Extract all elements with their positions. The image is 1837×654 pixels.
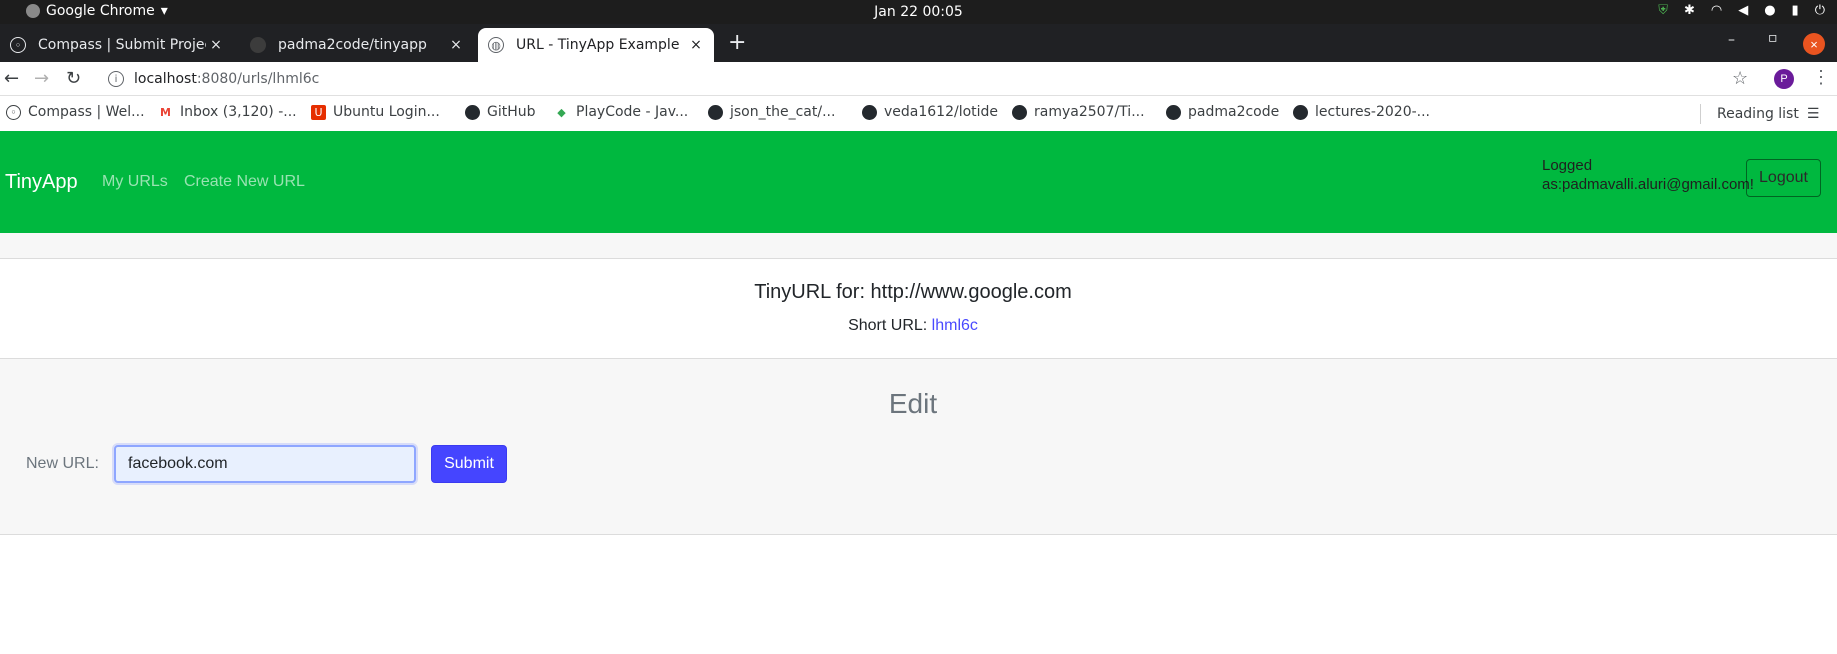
slack-icon[interactable]: ✱ bbox=[1684, 3, 1695, 18]
tab-title: padma2code/tinyapp bbox=[278, 37, 427, 53]
github-icon bbox=[862, 104, 877, 120]
close-icon[interactable]: × bbox=[446, 37, 466, 53]
bookmark-item[interactable]: ◦ Compass | Wel... bbox=[6, 104, 145, 120]
reading-list-label: Reading list bbox=[1717, 106, 1799, 122]
close-icon[interactable]: × bbox=[206, 37, 226, 53]
volume-icon[interactable]: ◀ bbox=[1738, 3, 1748, 18]
edit-card: Edit New URL: Submit bbox=[0, 359, 1837, 535]
bookmark-label: veda1612/lotide bbox=[884, 104, 999, 120]
bookmark-item[interactable]: ramya2507/Ti... bbox=[1012, 104, 1145, 120]
bookmark-label: GitHub bbox=[487, 104, 536, 120]
address-bar[interactable]: i localhost:8080/urls/lhml6c bbox=[98, 65, 1738, 93]
github-icon bbox=[708, 104, 723, 120]
new-url-input[interactable] bbox=[114, 445, 416, 483]
compass-icon: ◦ bbox=[6, 104, 21, 120]
bookmark-label: ramya2507/Ti... bbox=[1034, 104, 1145, 120]
menu-icon[interactable]: ⋮ bbox=[1812, 67, 1830, 88]
bookmarks-bar: ◦ Compass | Wel... M Inbox (3,120) -... … bbox=[0, 96, 1837, 130]
bookmark-item[interactable]: json_the_cat/... bbox=[708, 104, 835, 120]
tab-tinyapp[interactable]: ◍ URL - TinyApp Example × bbox=[478, 28, 714, 62]
bookmark-item[interactable]: M Inbox (3,120) -... bbox=[158, 104, 297, 120]
short-url-label: Short URL: bbox=[848, 317, 928, 334]
new-url-label: New URL: bbox=[26, 455, 99, 472]
window-close-button[interactable]: × bbox=[1803, 33, 1825, 55]
github-icon bbox=[1012, 104, 1027, 120]
nav-create-new-url[interactable]: Create New URL bbox=[184, 173, 305, 191]
tab-title: Compass | Submit Project bbox=[38, 37, 206, 53]
new-tab-button[interactable]: + bbox=[728, 30, 746, 55]
globe-icon: ◍ bbox=[488, 37, 504, 53]
bookmark-item[interactable]: ◆ PlayCode - Jav... bbox=[554, 104, 688, 120]
bookmark-label: Ubuntu Login... bbox=[333, 104, 440, 120]
tab-strip: ◦ Compass | Submit Project × padma2code/… bbox=[0, 24, 1837, 62]
nav-my-urls[interactable]: My URLs bbox=[102, 173, 168, 191]
bookmark-item[interactable]: veda1612/lotide bbox=[862, 104, 998, 120]
logout-button[interactable]: Logout bbox=[1746, 159, 1821, 197]
reload-icon[interactable]: ↻ bbox=[66, 68, 81, 89]
brand-link[interactable]: TinyApp bbox=[5, 171, 78, 194]
forward-icon[interactable]: → bbox=[34, 68, 49, 89]
battery-icon[interactable]: ▮ bbox=[1792, 3, 1799, 18]
app-navbar: TinyApp My URLs Create New URL Logged as… bbox=[0, 131, 1837, 233]
short-url-link[interactable]: lhml6c bbox=[932, 317, 978, 334]
submit-button[interactable]: Submit bbox=[431, 445, 507, 483]
close-icon[interactable]: × bbox=[686, 37, 706, 53]
bookmark-label: padma2code bbox=[1188, 104, 1280, 120]
browser-toolbar: ← → ↻ i localhost:8080/urls/lhml6c ☆ P ⋮ bbox=[0, 62, 1837, 96]
url-path: :8080/urls/lhml6c bbox=[196, 71, 320, 87]
profile-avatar[interactable]: P bbox=[1774, 69, 1794, 89]
compass-icon: ◦ bbox=[10, 37, 26, 53]
url-host: localhost bbox=[134, 71, 197, 87]
wifi-icon[interactable]: ◠ bbox=[1711, 3, 1722, 18]
os-top-bar: Google Chrome ▾ Jan 22 00:05 ⛨ ✱ ◠ ◀ ● ▮… bbox=[0, 0, 1837, 24]
bookmark-label: Compass | Wel... bbox=[28, 104, 145, 120]
clock[interactable]: Jan 22 00:05 bbox=[0, 4, 1837, 20]
tinyurl-title: TinyURL for: http://www.google.com bbox=[754, 281, 1072, 303]
bookmark-item[interactable]: GitHub bbox=[465, 104, 536, 120]
info-icon[interactable]: i bbox=[108, 71, 124, 87]
bookmark-item[interactable]: padma2code bbox=[1166, 104, 1279, 120]
github-icon bbox=[1166, 104, 1181, 120]
tab-compass[interactable]: ◦ Compass | Submit Project × bbox=[0, 28, 234, 62]
github-icon bbox=[1293, 104, 1308, 120]
shield-icon[interactable]: ⛨ bbox=[1658, 3, 1668, 18]
tab-github[interactable]: padma2code/tinyapp × bbox=[240, 28, 474, 62]
bookmark-label: lectures-2020-... bbox=[1315, 104, 1431, 120]
minimize-button[interactable]: – bbox=[1728, 32, 1735, 48]
url-info-card: TinyURL for: http://www.google.com Short… bbox=[0, 259, 1837, 359]
reading-list-icon: ☰ bbox=[1806, 106, 1820, 122]
bookmark-label: PlayCode - Jav... bbox=[576, 104, 689, 120]
back-icon[interactable]: ← bbox=[4, 68, 19, 89]
github-icon bbox=[465, 104, 480, 120]
mic-icon[interactable]: ● bbox=[1764, 3, 1775, 18]
ubuntu-icon: U bbox=[311, 104, 326, 120]
github-icon bbox=[250, 37, 266, 53]
bookmark-star-icon[interactable]: ☆ bbox=[1732, 68, 1748, 89]
bookmark-item[interactable]: U Ubuntu Login... bbox=[311, 104, 440, 120]
playcode-icon: ◆ bbox=[557, 105, 566, 119]
edit-heading: Edit bbox=[888, 388, 938, 419]
bookmark-label: Inbox (3,120) -... bbox=[180, 104, 297, 120]
bookmark-item[interactable]: lectures-2020-... bbox=[1293, 104, 1430, 120]
short-url-line: Short URL: lhml6c bbox=[0, 317, 1826, 335]
system-tray[interactable]: ⛨ ✱ ◠ ◀ ● ▮ ⏻ bbox=[1658, 3, 1825, 18]
gmail-icon: M bbox=[160, 105, 171, 119]
spacer-strip bbox=[0, 233, 1837, 259]
reading-list-button[interactable]: Reading list ☰ bbox=[1700, 104, 1819, 124]
bookmark-label: json_the_cat/... bbox=[730, 104, 836, 120]
tab-title: URL - TinyApp Example bbox=[516, 37, 680, 53]
restore-button[interactable]: ▫ bbox=[1768, 30, 1778, 46]
power-icon[interactable]: ⏻ bbox=[1815, 3, 1825, 18]
